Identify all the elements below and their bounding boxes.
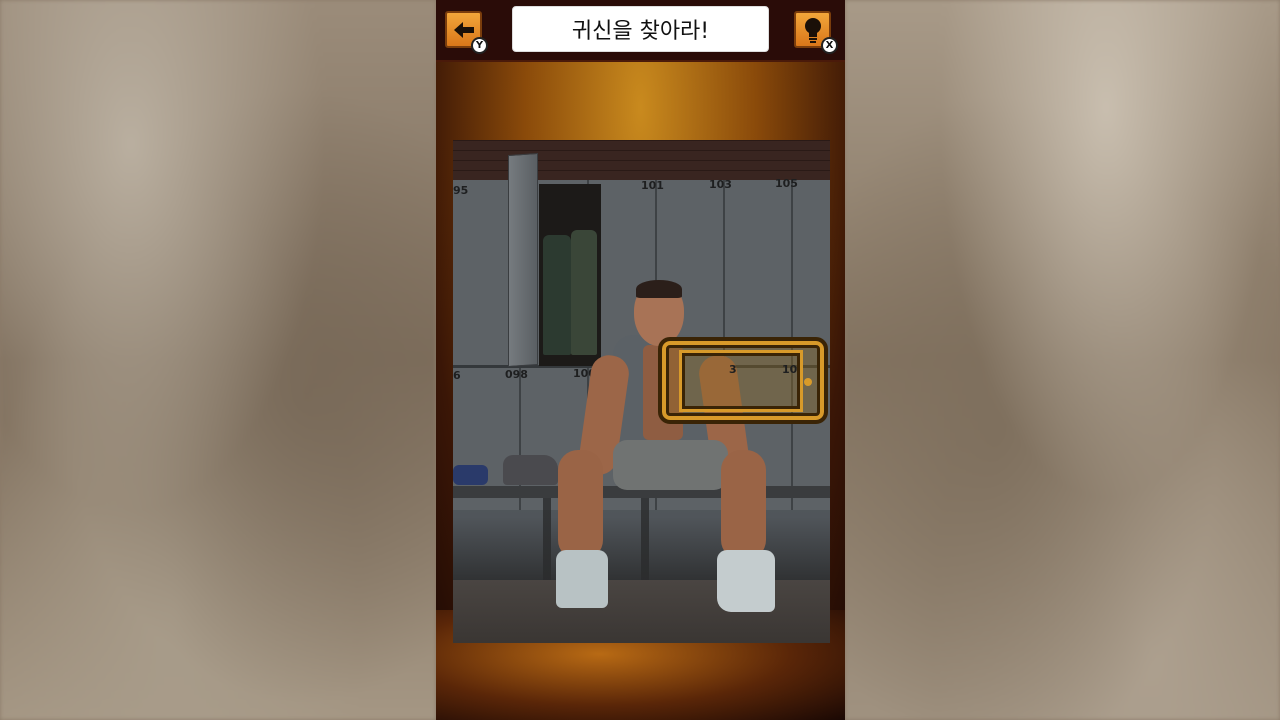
sneaker xyxy=(717,550,775,612)
blurred-background-right xyxy=(845,0,1280,720)
man-hair xyxy=(636,280,682,298)
locker-number: 103 xyxy=(709,178,732,191)
blurred-background-left xyxy=(0,0,436,720)
locker-number: 098 xyxy=(505,368,528,381)
locker-door xyxy=(508,152,538,368)
page-title: 귀신을 찾아라! xyxy=(512,6,769,52)
man-shorts xyxy=(613,440,728,490)
top-bar: Y 귀신을 찾아라! X xyxy=(436,0,845,62)
viewfinder-dot-icon xyxy=(804,378,812,386)
arrow-left-icon xyxy=(453,21,474,38)
locker-number: 101 xyxy=(641,179,664,192)
y-key-badge: Y xyxy=(471,37,488,54)
locker-number: 6 xyxy=(453,369,461,382)
man-leg xyxy=(558,450,603,560)
sneaker xyxy=(556,550,608,608)
lightbulb-icon xyxy=(804,17,821,43)
locker-number: 10 xyxy=(782,363,798,376)
ghost-finder-viewfinder[interactable]: 3 10 xyxy=(658,337,828,424)
locker-number: 105 xyxy=(775,177,798,190)
viewfinder-lens xyxy=(682,353,800,409)
towel xyxy=(453,465,488,485)
locker-number: 95 xyxy=(453,184,469,197)
hanging-jacket xyxy=(543,235,571,355)
game-screen: Y 귀신을 찾아라! X 95 101 103 105 098 100 6 3 … xyxy=(436,0,845,720)
locker-number: 3 xyxy=(729,363,737,376)
gym-bag xyxy=(503,455,558,485)
man-leg xyxy=(721,450,766,560)
hanging-jacket xyxy=(571,230,597,355)
x-key-badge: X xyxy=(821,37,838,54)
